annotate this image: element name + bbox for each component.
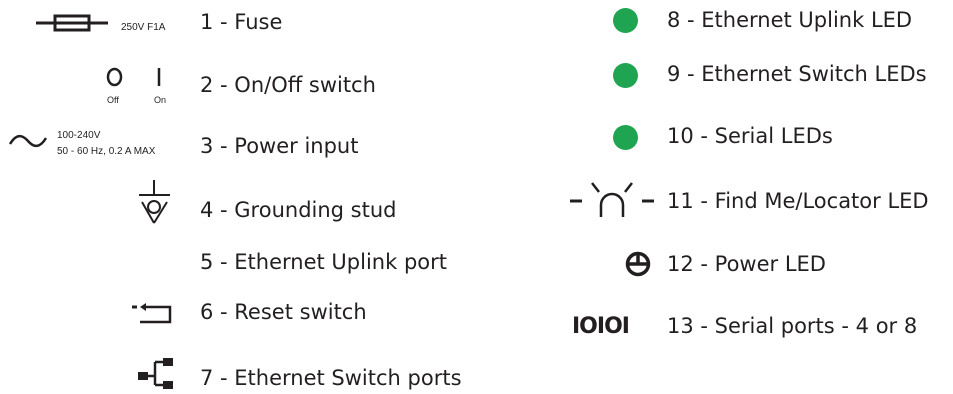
legend-label-ethernet-switch-ports: 7 - Ethernet Switch ports — [200, 366, 462, 390]
legend-label-ethernet-switch-leds: 9 - Ethernet Switch LEDs — [667, 62, 927, 86]
legend-label-grounding-stud: 4 - Grounding stud — [200, 198, 397, 222]
legend-label-reset-switch: 6 - Reset switch — [200, 300, 367, 324]
reset-arrow-icon — [132, 303, 172, 324]
legend-label-fuse: 1 - Fuse — [200, 10, 283, 34]
legend-label-on-off-switch: 2 - On/Off switch — [200, 73, 376, 97]
serial-led-icon — [613, 125, 638, 150]
ac-tilde-icon — [8, 134, 48, 148]
legend-label-ethernet-uplink-led: 8 - Ethernet Uplink LED — [667, 8, 913, 32]
fuse-icon — [36, 14, 108, 32]
serial-ports-icon: IOIOI — [572, 314, 630, 339]
legend-label-serial-leds: 10 - Serial LEDs — [667, 124, 833, 148]
legend-label-find-me-led: 11 - Find Me/Locator LED — [667, 189, 929, 213]
legend-label-power-led: 12 - Power LED — [667, 252, 826, 276]
legend-label-power-input: 3 - Power input — [200, 134, 359, 158]
power-icon — [625, 251, 651, 277]
fuse-rating: 250V F1A — [121, 22, 166, 33]
ethernet-uplink-led-icon — [613, 8, 638, 33]
power-input-voltage: 100-240V — [57, 130, 101, 141]
ground-stud-icon — [139, 180, 170, 224]
network-tree-icon — [138, 358, 173, 389]
switch-on-label: On — [154, 95, 167, 105]
legend-diagram: 250V F1A 1 - Fuse Off On 2 - On/Off swit… — [0, 0, 953, 394]
legend-label-serial-ports: 13 - Serial ports - 4 or 8 — [667, 314, 918, 338]
power-input-rating: 50 - 60 Hz, 0.2 A MAX — [57, 146, 156, 157]
switch-off-label: Off — [107, 95, 119, 105]
ethernet-switch-led-icon — [613, 63, 638, 88]
on-off-switch-icon — [106, 67, 161, 87]
beacon-icon — [570, 182, 654, 217]
legend-label-ethernet-uplink-port: 5 - Ethernet Uplink port — [200, 250, 447, 274]
